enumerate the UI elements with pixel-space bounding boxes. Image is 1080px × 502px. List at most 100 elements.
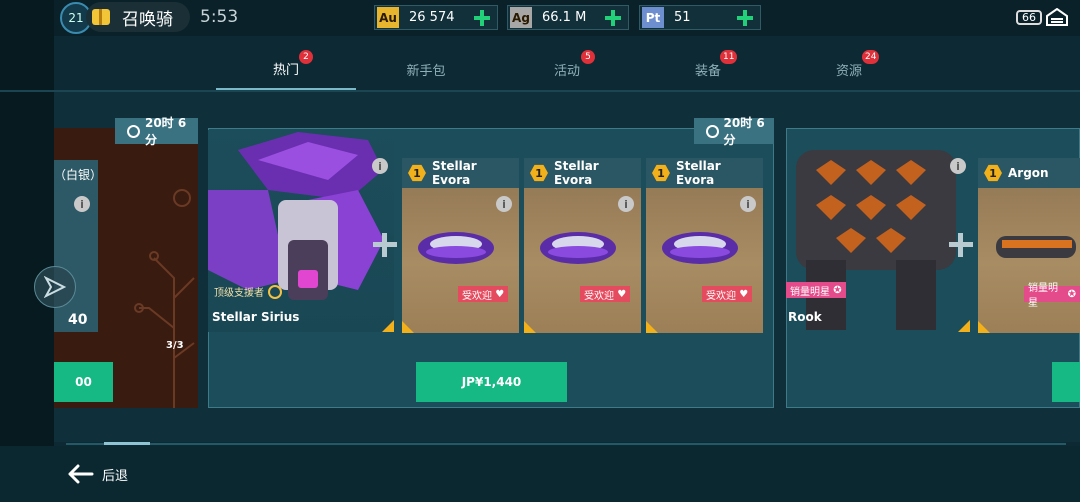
- popular-tag: 受欢迎 ♥: [580, 286, 631, 302]
- robot-name-rook: Rook: [788, 310, 822, 324]
- bottom-bar: [0, 446, 1080, 502]
- clock-icon: [127, 124, 140, 138]
- tab-resources-label: 资源: [835, 63, 862, 79]
- platinum-icon: Pt: [642, 7, 664, 28]
- buy-button[interactable]: JP¥1,440: [416, 362, 567, 402]
- offer-left-timer-text: 20时 6分: [144, 116, 187, 147]
- item-card-stellar-evora-2[interactable]: 1 Stellar Evora i 受欢迎 ♥: [524, 158, 641, 333]
- item-card-header: 1 Stellar Evora: [402, 158, 519, 188]
- item-card-argon[interactable]: 1 Argon 销量明星 ✪: [978, 158, 1080, 333]
- plus-icon: [949, 233, 973, 257]
- scrollbar-thumb[interactable]: [104, 442, 150, 445]
- item-name: Stellar Evora: [431, 159, 477, 187]
- popular-tag: 受欢迎 ♥: [458, 286, 509, 302]
- back-label: 后退: [102, 468, 129, 484]
- heart-icon: ♥: [617, 288, 627, 300]
- platinum-value: 51: [674, 10, 691, 25]
- add-gold-icon[interactable]: [473, 9, 491, 27]
- back-arrow-icon: [68, 464, 94, 484]
- gift-icon: [92, 9, 110, 25]
- offer-right-buy-button[interactable]: [1052, 362, 1080, 402]
- popular-tag-text: 受欢迎: [462, 290, 492, 302]
- item-name: Stellar Evora: [675, 159, 721, 187]
- clock-icon: [706, 124, 719, 138]
- offer-left-timer: 20时 6分: [115, 116, 198, 147]
- bestseller-tag-text: 销量明星: [790, 286, 830, 298]
- robot-role: 顶级支援者: [214, 284, 282, 299]
- tab-equipment[interactable]: 装备 11: [638, 48, 778, 90]
- silver-value: 66.1 M: [542, 10, 587, 25]
- item-card-header: 1 Stellar Evora: [646, 158, 763, 188]
- info-icon[interactable]: i: [496, 196, 512, 212]
- heart-icon: ♥: [495, 288, 505, 300]
- robot-name-stellar-sirius: Stellar Sirius: [212, 310, 300, 324]
- notification-banner[interactable]: 召唤骑: [86, 2, 190, 32]
- horizontal-scrollbar[interactable]: [66, 443, 1066, 445]
- info-icon[interactable]: i: [74, 196, 90, 212]
- info-icon[interactable]: i: [950, 158, 966, 174]
- card-corner-accent: [978, 321, 990, 333]
- tab-starter[interactable]: 新手包: [356, 48, 496, 90]
- item-card-header: 1 Argon: [978, 158, 1080, 188]
- avatar-level: 21: [68, 11, 84, 25]
- level-badge: 66: [1016, 10, 1042, 25]
- tab-hot[interactable]: 热门 2: [216, 48, 356, 90]
- item-name: Argon: [1008, 166, 1049, 180]
- tab-events-label: 活动: [553, 63, 580, 79]
- heart-icon: ♥: [739, 288, 749, 300]
- plus-icon: [373, 233, 397, 257]
- gold-icon: Au: [377, 7, 399, 28]
- robot-card-rook[interactable]: 销量明星 ✪ Rook: [786, 110, 970, 332]
- award-icon: ✪: [1067, 288, 1076, 300]
- item-card-stellar-evora-1[interactable]: 1 Stellar Evora i 受欢迎 ♥: [402, 158, 519, 333]
- notification-text: 召唤骑: [122, 9, 173, 30]
- offer-main-timer: 20时 6分: [694, 116, 774, 147]
- silver-icon: Ag: [510, 7, 532, 28]
- gold-value: 26 574: [409, 10, 455, 25]
- tab-resources-badge: 24: [862, 50, 880, 64]
- tab-starter-label: 新手包: [406, 63, 446, 79]
- popular-tag-text: 受欢迎: [584, 290, 614, 302]
- tab-equipment-badge: 11: [720, 50, 738, 64]
- garage-icon[interactable]: [1046, 8, 1068, 26]
- weapon-stellar-evora-art: [540, 232, 616, 264]
- shop-tabs: 热门 2 新手包 活动 5 装备 11 资源 24: [0, 48, 1080, 90]
- card-corner-accent: [958, 320, 970, 332]
- info-icon[interactable]: i: [372, 158, 388, 174]
- add-silver-icon[interactable]: [604, 9, 622, 27]
- card-corner-accent: [524, 321, 536, 333]
- currency-gold[interactable]: Au 26 574: [374, 5, 498, 30]
- robot-stellar-sirius-art: [208, 132, 384, 300]
- bestseller-tag-text: 销量明星: [1028, 283, 1058, 309]
- add-platinum-icon[interactable]: [736, 9, 754, 27]
- robot-card-stellar-sirius[interactable]: 顶级支援者 Stellar Sirius: [208, 130, 394, 332]
- tab-events[interactable]: 活动 5: [497, 48, 637, 90]
- game-clock: 5:53: [200, 7, 239, 27]
- currency-silver[interactable]: Ag 66.1 M: [507, 5, 629, 30]
- robot-role-text: 顶级支援者: [214, 288, 264, 299]
- bestseller-tag: 销量明星 ✪: [786, 282, 846, 298]
- info-icon[interactable]: i: [740, 196, 756, 212]
- support-role-icon: [268, 284, 282, 299]
- tab-resources[interactable]: 资源 24: [779, 48, 919, 90]
- card-corner-accent: [646, 321, 658, 333]
- share-button[interactable]: [34, 266, 76, 308]
- offer-main-timer-text: 20时 6分: [723, 116, 765, 147]
- weapon-argon-art: [996, 236, 1076, 258]
- popular-tag: 受欢迎 ♥: [702, 286, 753, 302]
- popular-tag-text: 受欢迎: [706, 290, 736, 302]
- offer-left-buy-button[interactable]: 00: [54, 362, 113, 402]
- item-level-badge: 1: [984, 164, 1002, 182]
- robot-rook-art: [796, 150, 956, 330]
- weapon-stellar-evora-art: [418, 232, 494, 264]
- award-icon: ✪: [833, 284, 842, 296]
- info-icon[interactable]: i: [618, 196, 634, 212]
- item-card-stellar-evora-3[interactable]: 1 Stellar Evora i 受欢迎 ♥: [646, 158, 763, 333]
- item-level-badge: 1: [652, 164, 670, 182]
- currency-platinum[interactable]: Pt 51: [639, 5, 761, 30]
- item-level-badge: 1: [408, 164, 426, 182]
- offer-left-pages: 3/3: [166, 340, 184, 351]
- back-button[interactable]: 后退: [68, 464, 128, 484]
- card-corner-accent: [382, 320, 394, 332]
- weapon-stellar-evora-art: [662, 232, 738, 264]
